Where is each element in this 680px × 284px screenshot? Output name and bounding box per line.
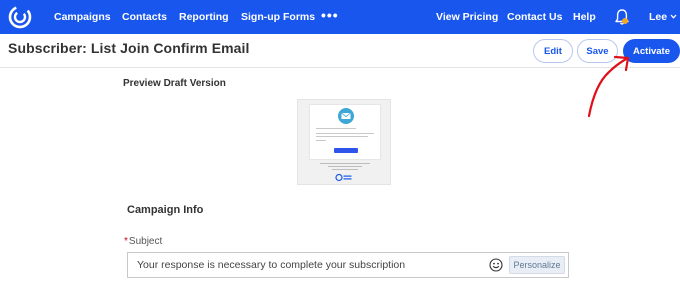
nav-more-menu[interactable]: ••• — [321, 0, 339, 34]
page-title: Subscriber: List Join Confirm Email — [8, 40, 250, 56]
nav-signup-forms[interactable]: Sign-up Forms — [241, 0, 315, 34]
preview-text-line — [316, 140, 326, 141]
email-preview-thumbnail[interactable] — [297, 99, 391, 185]
header-divider — [0, 67, 680, 68]
subject-label-text: Subject — [128, 236, 163, 247]
preview-footer-line — [328, 166, 362, 167]
preview-label: Preview Draft Version — [123, 78, 226, 89]
smiley-icon[interactable] — [489, 258, 503, 272]
user-menu[interactable]: Lee — [649, 0, 667, 34]
required-marker: * — [124, 236, 128, 247]
notification-dot — [622, 18, 628, 24]
constant-contact-logo-icon[interactable] — [8, 5, 32, 29]
constant-contact-logo-icon — [335, 173, 352, 182]
nav-help[interactable]: Help — [573, 0, 596, 34]
preview-text-line — [316, 133, 374, 134]
preview-text-line — [316, 128, 356, 129]
email-preview-card — [309, 104, 381, 160]
preview-text-line — [316, 136, 368, 137]
subject-input[interactable] — [128, 253, 484, 277]
subject-label: *Subject — [124, 236, 162, 247]
annotation-arrow-icon — [587, 55, 630, 118]
nav-reporting[interactable]: Reporting — [179, 0, 229, 34]
nav-campaigns[interactable]: Campaigns — [54, 0, 111, 34]
nav-view-pricing[interactable]: View Pricing — [436, 0, 498, 34]
personalize-button[interactable]: Personalize — [509, 256, 565, 274]
preview-footer-line — [320, 163, 370, 164]
campaign-info-heading: Campaign Info — [127, 204, 204, 216]
preview-confirm-button — [334, 148, 358, 153]
nav-contacts[interactable]: Contacts — [122, 0, 167, 34]
top-navigation-bar: Campaigns Contacts Reporting Sign-up For… — [0, 0, 680, 34]
envelope-icon — [338, 108, 354, 124]
nav-contact-us[interactable]: Contact Us — [507, 0, 562, 34]
subject-field: Personalize — [127, 252, 569, 278]
preview-footer-line — [332, 169, 358, 170]
edit-button[interactable]: Edit — [533, 39, 573, 63]
bell-icon[interactable] — [614, 8, 630, 26]
chevron-down-icon[interactable] — [670, 13, 677, 20]
